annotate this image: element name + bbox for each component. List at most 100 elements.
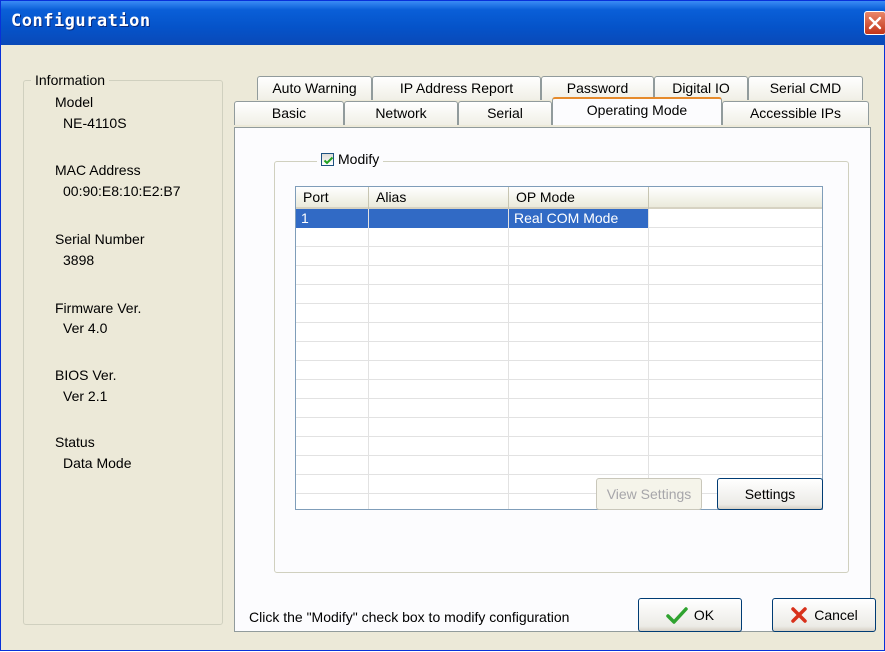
empty-cell: [296, 361, 369, 380]
bios-label: BIOS Ver.: [55, 367, 117, 383]
modify-checkbox-row[interactable]: Modify: [317, 151, 384, 167]
empty-cell: [296, 437, 369, 456]
empty-cell: [509, 285, 649, 304]
op-mode-cell[interactable]: Real COM Mode: [509, 209, 649, 228]
empty-row: [296, 285, 822, 304]
column-alias[interactable]: Alias: [369, 187, 509, 209]
empty-cell: [296, 323, 369, 342]
empty-cell: [369, 475, 509, 494]
empty-cell: [509, 266, 649, 285]
empty-cell: [509, 342, 649, 361]
information-legend: Information: [31, 72, 110, 88]
empty-row: [296, 361, 822, 380]
empty-cell: [509, 399, 649, 418]
column-empty[interactable]: [649, 187, 822, 209]
view-settings-button[interactable]: View Settings: [596, 478, 702, 510]
empty-row: [296, 304, 822, 323]
empty-cell: [369, 247, 509, 266]
tab-serial-cmd[interactable]: Serial CMD: [748, 76, 863, 100]
empty-cell: [296, 418, 369, 437]
tab-accessible-ips[interactable]: Accessible IPs: [722, 101, 869, 125]
dialog-body: Information Model NE-4110S MAC Address 0…: [1, 45, 885, 652]
cancel-button[interactable]: Cancel: [772, 598, 876, 632]
empty-cell: [369, 494, 509, 509]
empty-cell: [369, 456, 509, 475]
column-port[interactable]: Port: [296, 187, 369, 209]
tab-serial[interactable]: Serial: [458, 101, 552, 125]
empty-cell: [649, 456, 822, 475]
model-value: NE-4110S: [63, 115, 127, 131]
empty-row: [296, 247, 822, 266]
empty-cell: [509, 304, 649, 323]
checkmark-icon: [323, 156, 334, 164]
empty-row: [296, 228, 822, 247]
status-label: Status: [55, 434, 95, 450]
port-list[interactable]: Port Alias OP Mode 1 Real COM Mode: [295, 186, 823, 510]
empty-cell: [509, 228, 649, 247]
empty-cell: [509, 437, 649, 456]
ok-label: OK: [693, 607, 715, 623]
empty-cell: [369, 437, 509, 456]
empty-row: [296, 418, 822, 437]
empty-cell: [369, 342, 509, 361]
checkmark-icon: [666, 607, 688, 624]
firmware-value: Ver 4.0: [63, 320, 108, 336]
empty-cell: [649, 399, 822, 418]
empty-cell: [296, 228, 369, 247]
modify-checkbox[interactable]: [321, 152, 334, 166]
empty-cell: [509, 247, 649, 266]
empty-cell: [649, 304, 822, 323]
empty-cell: [296, 475, 369, 494]
empty-row: [296, 437, 822, 456]
empty-cell: [649, 380, 822, 399]
mac-address-label: MAC Address: [55, 162, 141, 178]
empty-row: [296, 266, 822, 285]
tab-ip-address-report[interactable]: IP Address Report: [372, 76, 541, 100]
empty-cell: [649, 228, 822, 247]
tab-auto-warning[interactable]: Auto Warning: [257, 76, 372, 100]
empty-cell: [369, 380, 509, 399]
serial-number-label: Serial Number: [55, 231, 145, 247]
table-row[interactable]: 1 Real COM Mode: [296, 209, 822, 228]
settings-button[interactable]: Settings: [717, 478, 823, 510]
empty-row: [296, 399, 822, 418]
mac-address-value: 00:90:E8:10:E2:B7: [63, 183, 181, 199]
empty-cell: [296, 342, 369, 361]
close-button[interactable]: [864, 11, 885, 35]
status-value: Data Mode: [63, 455, 132, 471]
empty-cell: [509, 456, 649, 475]
empty-cell: [296, 285, 369, 304]
model-label: Model: [55, 94, 94, 110]
empty-cell: [296, 399, 369, 418]
modify-label: Modify: [338, 151, 380, 167]
hint-text: Click the "Modify" check box to modify c…: [249, 609, 570, 625]
empty-cell: [296, 494, 369, 509]
window-title: Configuration: [11, 11, 151, 31]
empty-cell: [369, 361, 509, 380]
empty-cell: [649, 437, 822, 456]
empty-cell: [509, 323, 649, 342]
serial-number-value: 3898: [63, 252, 95, 268]
empty-cell: [369, 285, 509, 304]
empty-row: [296, 323, 822, 342]
ok-button[interactable]: OK: [638, 598, 742, 632]
tab-network[interactable]: Network: [344, 101, 458, 125]
cancel-label: Cancel: [814, 607, 858, 623]
column-op-mode[interactable]: OP Mode: [509, 187, 649, 209]
empty-cell: [509, 418, 649, 437]
port-list-header: Port Alias OP Mode: [296, 187, 822, 209]
port-cell[interactable]: 1: [296, 209, 369, 228]
empty-row: [296, 456, 822, 475]
firmware-label: Firmware Ver.: [55, 300, 142, 316]
tab-basic[interactable]: Basic: [234, 101, 344, 125]
configuration-window: Configuration Information Model NE-4110S…: [0, 0, 885, 651]
close-icon: [868, 16, 882, 30]
empty-cell: [369, 323, 509, 342]
empty-cell: [649, 361, 822, 380]
tab-operating-mode[interactable]: Operating Mode: [552, 97, 722, 125]
title-bar[interactable]: Configuration: [1, 1, 885, 45]
empty-cell: [649, 418, 822, 437]
alias-cell[interactable]: [369, 209, 509, 228]
bios-value: Ver 2.1: [63, 388, 108, 404]
empty-cell: [649, 342, 822, 361]
